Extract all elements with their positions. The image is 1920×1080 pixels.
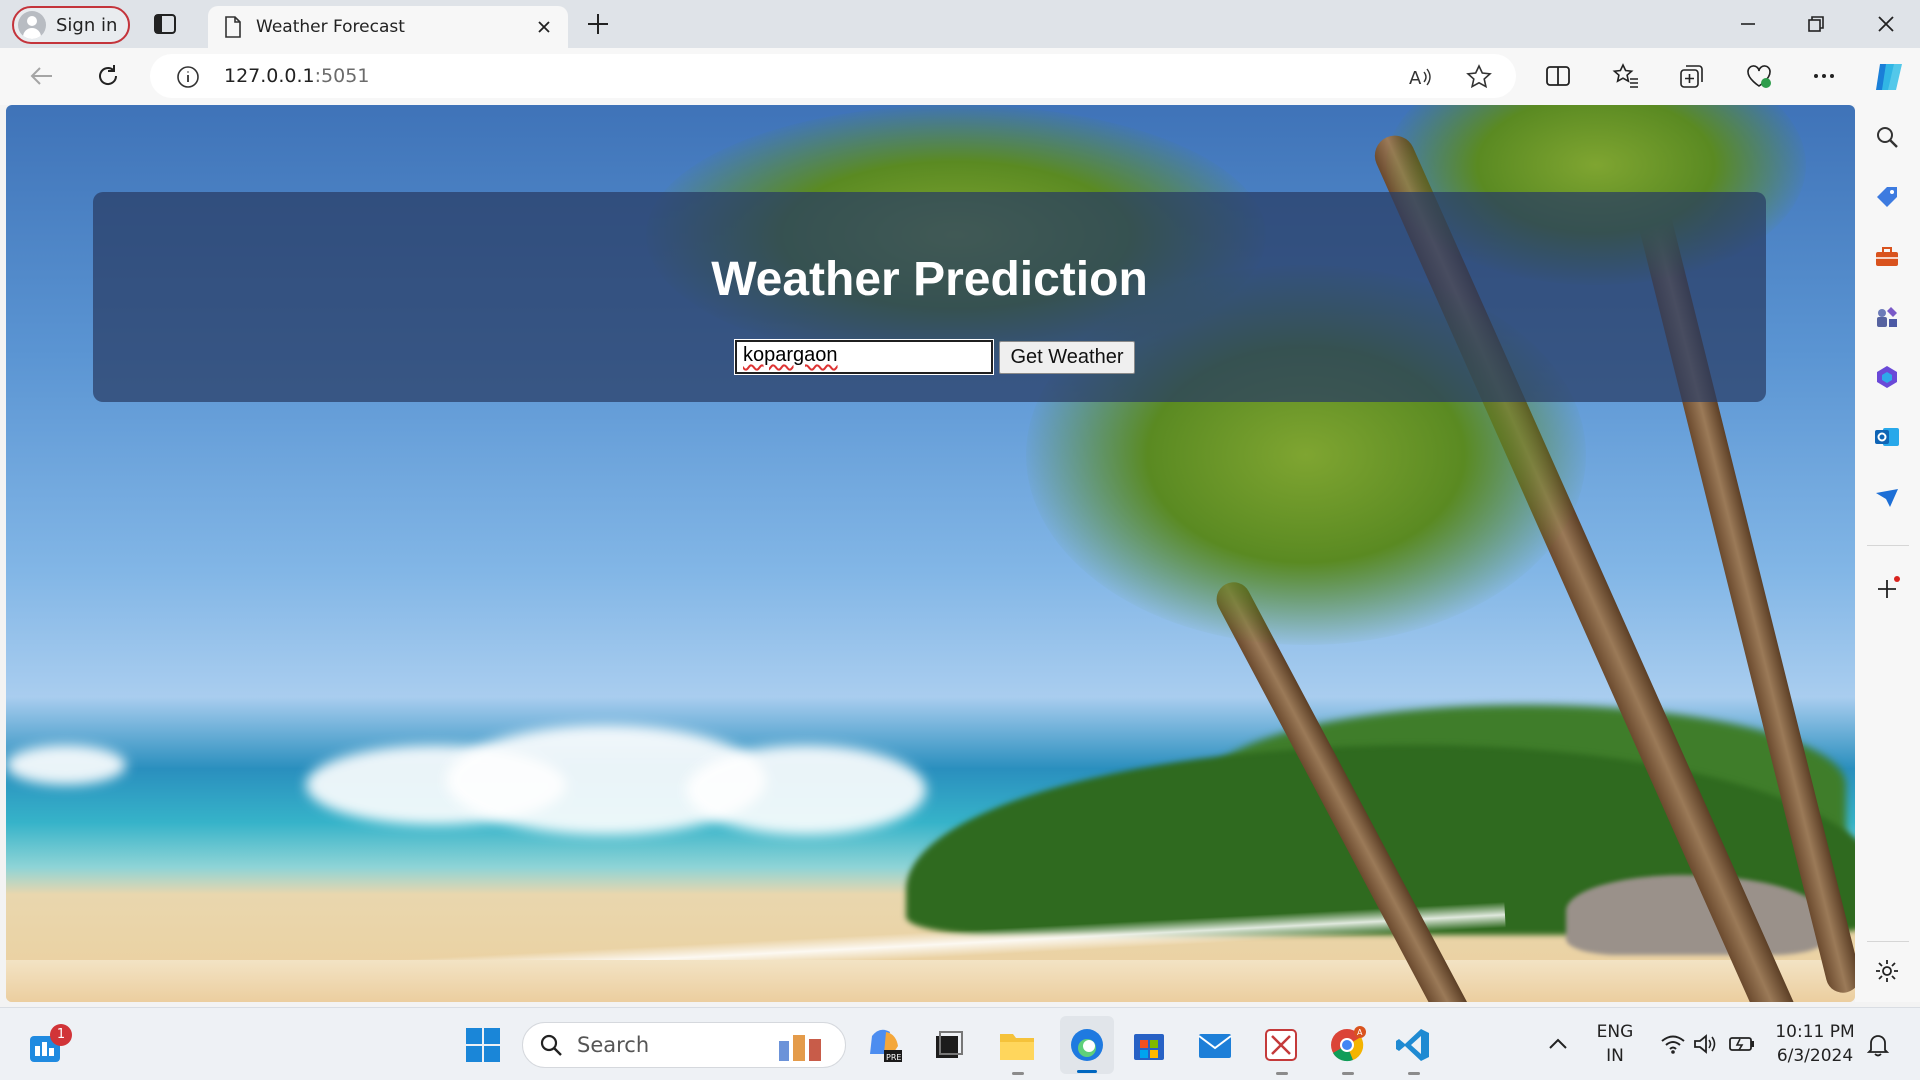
tab-actions-icon[interactable] xyxy=(152,11,178,37)
clock-date: 6/3/2024 xyxy=(1776,1046,1854,1066)
collections-icon[interactable] xyxy=(1678,62,1706,90)
address-bar[interactable]: 127.0.0.1:5051 A xyxy=(150,54,1516,98)
restore-icon[interactable] xyxy=(1802,10,1830,38)
svg-text:A: A xyxy=(1409,68,1422,89)
split-screen-icon[interactable] xyxy=(1544,62,1572,90)
favorite-star-icon[interactable] xyxy=(1466,64,1492,90)
running-indicator xyxy=(1408,1072,1420,1075)
close-tab-icon[interactable] xyxy=(536,19,552,35)
browser-essentials-icon[interactable] xyxy=(1745,62,1773,90)
back-icon[interactable] xyxy=(28,62,56,90)
tab-strip: Sign in Weather Forecast xyxy=(0,0,1920,48)
favorites-icon[interactable] xyxy=(1612,62,1640,90)
page-title: Weather Prediction xyxy=(711,253,1148,306)
running-indicator xyxy=(1012,1072,1024,1075)
copilot-preview-icon[interactable]: PRE xyxy=(866,1026,904,1064)
get-weather-button[interactable]: Get Weather xyxy=(999,341,1135,374)
weather-card: Weather Prediction kopargaon Get Weather xyxy=(93,192,1766,402)
taskbar-search-label: Search xyxy=(577,1033,650,1057)
windows-start-icon[interactable] xyxy=(464,1026,502,1064)
chrome-icon[interactable]: A xyxy=(1328,1026,1366,1064)
show-hidden-icons-chevron-icon[interactable] xyxy=(1546,1034,1570,1054)
snipping-app-icon[interactable] xyxy=(1262,1026,1300,1064)
microsoft-365-icon[interactable] xyxy=(1873,363,1901,391)
new-tab-icon[interactable] xyxy=(584,10,612,38)
sidebar-divider xyxy=(1867,545,1909,546)
minimize-icon[interactable] xyxy=(1734,10,1762,38)
task-view-icon[interactable] xyxy=(930,1026,968,1064)
windows-taskbar: 1 Search PRE A ENG IN 10:11 PM 6/3/2024 xyxy=(0,1007,1920,1080)
battery-icon[interactable] xyxy=(1728,1034,1756,1054)
edge-browser-icon xyxy=(1071,1029,1103,1061)
page-viewport: Weather Prediction kopargaon Get Weather xyxy=(6,105,1855,1002)
clock-time: 10:11 PM xyxy=(1775,1022,1855,1042)
mail-icon[interactable] xyxy=(1196,1026,1234,1064)
sign-in-button[interactable]: Sign in xyxy=(12,6,130,44)
page-icon xyxy=(225,16,241,38)
sidebar-settings-gear-icon[interactable] xyxy=(1873,957,1901,985)
search-icon xyxy=(540,1034,562,1056)
svg-text:A: A xyxy=(1357,1028,1363,1037)
copilot-icon[interactable] xyxy=(1872,60,1906,94)
file-explorer-icon[interactable] xyxy=(998,1026,1036,1064)
search-highlight-icon xyxy=(779,1035,821,1061)
microsoft-store-icon[interactable] xyxy=(1130,1026,1168,1064)
vscode-icon[interactable] xyxy=(1394,1026,1432,1064)
outlook-icon[interactable] xyxy=(1873,423,1901,451)
browser-toolbar: 127.0.0.1:5051 A xyxy=(0,48,1920,105)
send-drop-icon[interactable] xyxy=(1873,483,1901,511)
sidebar-divider xyxy=(1867,941,1909,942)
site-info-icon[interactable] xyxy=(176,65,200,89)
profile-avatar-icon xyxy=(18,11,46,39)
more-options-icon[interactable] xyxy=(1810,62,1838,90)
tab-title: Weather Forecast xyxy=(256,17,405,37)
refresh-icon[interactable] xyxy=(94,62,122,90)
city-input[interactable]: kopargaon xyxy=(734,339,994,375)
shopping-tag-icon[interactable] xyxy=(1873,183,1901,211)
language-code: ENG xyxy=(1596,1022,1634,1042)
tools-icon[interactable] xyxy=(1873,243,1901,271)
read-aloud-icon[interactable]: A xyxy=(1408,64,1434,90)
svg-text:PRE: PRE xyxy=(886,1053,901,1062)
widgets-button[interactable]: 1 xyxy=(28,1024,72,1064)
edge-taskbar-button[interactable] xyxy=(1060,1016,1114,1074)
running-indicator xyxy=(1276,1072,1288,1075)
wifi-icon[interactable] xyxy=(1660,1032,1686,1056)
taskbar-search-box[interactable]: Search xyxy=(522,1022,846,1068)
sign-in-label: Sign in xyxy=(56,14,118,36)
games-icon[interactable] xyxy=(1873,303,1901,331)
widgets-badge: 1 xyxy=(50,1024,72,1046)
volume-icon[interactable] xyxy=(1692,1032,1718,1056)
edge-sidebar xyxy=(1855,105,1920,1002)
url-text: 127.0.0.1:5051 xyxy=(224,65,370,87)
add-sidebar-app-icon[interactable] xyxy=(1873,575,1901,603)
keyboard-region: IN xyxy=(1606,1046,1624,1066)
active-tab[interactable]: Weather Forecast xyxy=(208,6,568,48)
search-icon[interactable] xyxy=(1873,123,1901,151)
running-indicator xyxy=(1342,1072,1354,1075)
notifications-bell-icon[interactable] xyxy=(1866,1032,1890,1058)
close-window-icon[interactable] xyxy=(1872,10,1900,38)
